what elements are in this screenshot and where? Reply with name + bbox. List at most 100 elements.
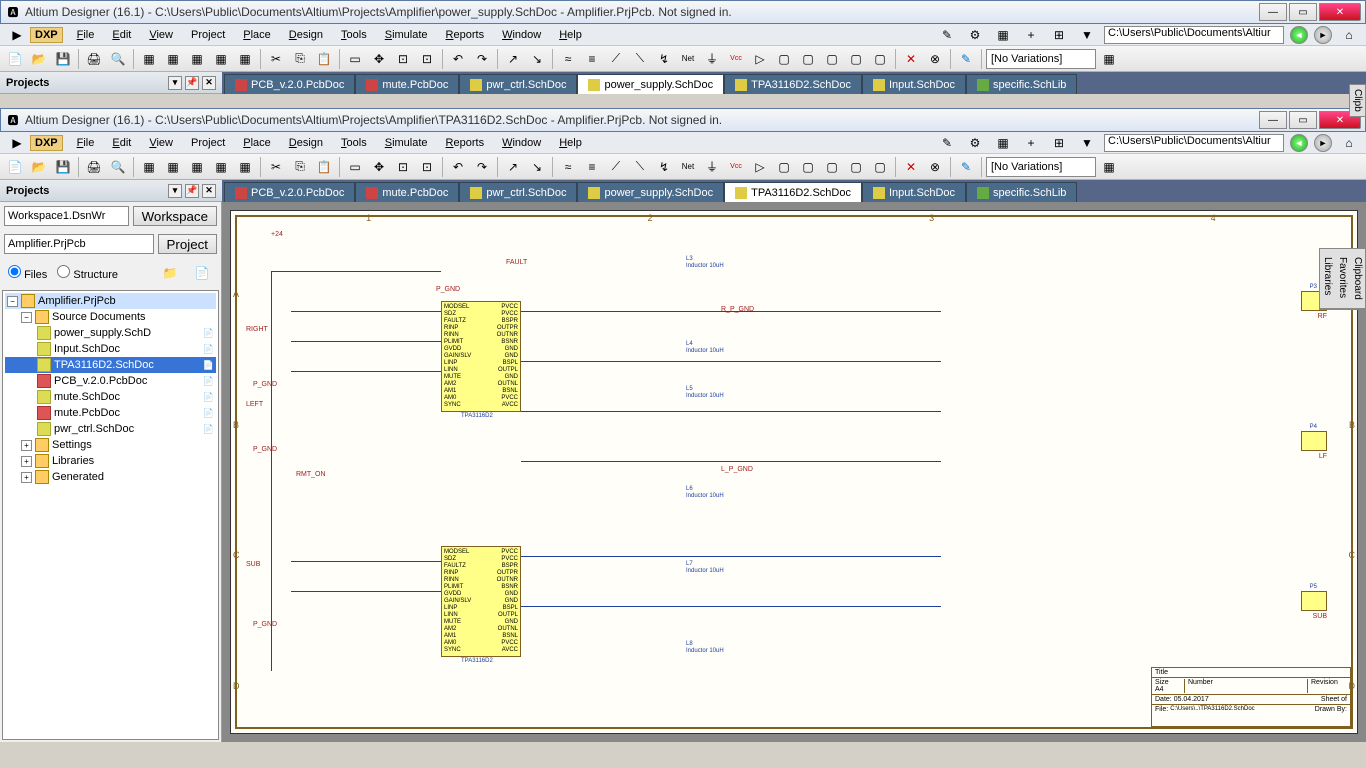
tool-icon[interactable]: ▦ (234, 48, 256, 70)
output-connector[interactable] (1301, 591, 1327, 611)
tool-icon[interactable]: ⚙ (964, 132, 986, 154)
open-icon[interactable]: 📂 (28, 48, 50, 70)
tool-icon[interactable]: ⊗ (924, 48, 946, 70)
document-tab[interactable]: power_supply.SchDoc (577, 182, 724, 202)
project-button[interactable]: Project (158, 234, 217, 254)
save-icon[interactable]: 💾 (52, 156, 74, 178)
wire-icon[interactable]: ≈ (557, 48, 579, 70)
menu-file[interactable]: File (69, 27, 103, 43)
tool-icon[interactable]: ↘ (526, 156, 548, 178)
menu-project[interactable]: Project (183, 27, 233, 43)
menu-window[interactable]: Window (494, 135, 549, 151)
cut-icon[interactable]: ✂ (265, 156, 287, 178)
tool-icon[interactable]: ▦ (162, 48, 184, 70)
tool-icon[interactable]: ▦ (138, 156, 160, 178)
tool-icon[interactable]: ▦ (210, 48, 232, 70)
libraries-tab[interactable]: Libraries (1320, 249, 1335, 309)
tool-icon[interactable]: ⊡ (392, 48, 414, 70)
project-combo[interactable]: Amplifier.PrjPcb (4, 234, 154, 254)
menu-reports[interactable]: Reports (438, 135, 493, 151)
path-field[interactable]: C:\Users\Public\Documents\Altiur (1104, 26, 1284, 44)
preview-icon[interactable]: 🔍 (107, 156, 129, 178)
clipboard-tab[interactable]: Clipboard (1350, 249, 1365, 309)
tool-icon[interactable]: ▢ (797, 156, 819, 178)
menu-design[interactable]: Design (281, 27, 331, 43)
move-icon[interactable]: ✥ (368, 156, 390, 178)
bus-icon[interactable]: ≡ (581, 48, 603, 70)
tree-file[interactable]: mute.SchDoc📄 (5, 389, 216, 405)
tool-icon[interactable]: ⟍ (629, 156, 651, 178)
tool-icon[interactable]: ⊡ (392, 156, 414, 178)
net-icon[interactable]: Net (677, 156, 699, 178)
pen-icon[interactable]: ✎ (955, 48, 977, 70)
tool-icon[interactable]: ⚙ (964, 24, 986, 46)
tool-icon[interactable]: ▢ (845, 156, 867, 178)
cut-icon[interactable]: ✂ (265, 48, 287, 70)
tool-icon[interactable]: ▦ (186, 48, 208, 70)
tool-icon[interactable]: ▦ (992, 24, 1014, 46)
gnd-icon[interactable]: ⏚ (701, 48, 723, 70)
tree-file[interactable]: PCB_v.2.0.PcbDoc📄 (5, 373, 216, 389)
tool-icon[interactable]: ⟋ (605, 156, 627, 178)
document-tab[interactable]: power_supply.SchDoc (577, 74, 724, 94)
schematic-canvas[interactable]: 1 2 3 4 A B C D A B C D MODSELPVCCSDZPVC… (222, 202, 1366, 742)
variations-combo[interactable]: [No Variations] (986, 157, 1096, 177)
dxp-menu[interactable]: DXP (30, 27, 63, 43)
menu-view[interactable]: View (141, 135, 181, 151)
tree-file[interactable]: power_supply.SchD📄 (5, 325, 216, 341)
redo-icon[interactable]: ↷ (471, 48, 493, 70)
document-tab[interactable]: pwr_ctrl.SchDoc (459, 74, 577, 94)
menu-reports[interactable]: Reports (438, 27, 493, 43)
wire-icon[interactable]: ≈ (557, 156, 579, 178)
select-icon[interactable]: ▭ (344, 156, 366, 178)
document-tab[interactable]: TPA3116D2.SchDoc (724, 182, 862, 202)
tool-icon[interactable]: ▢ (869, 48, 891, 70)
tool-icon[interactable]: ↯ (653, 48, 675, 70)
copy-icon[interactable]: ⎘ (289, 156, 311, 178)
tool-icon[interactable]: ▦ (1098, 156, 1120, 178)
clipboard-tab[interactable]: Clipb (1349, 84, 1366, 117)
document-tab[interactable]: mute.PcbDoc (355, 74, 459, 94)
menu-window[interactable]: Window (494, 27, 549, 43)
vcc-icon[interactable]: Vcc (725, 156, 747, 178)
ic-component[interactable]: MODSELPVCCSDZPVCCFAULTZBSPRRINPOUTPRRINN… (441, 301, 521, 412)
tool-icon[interactable]: 📁 (159, 262, 181, 284)
document-tab[interactable]: PCB_v.2.0.PcbDoc (224, 182, 355, 202)
document-tab[interactable]: TPA3116D2.SchDoc (724, 74, 862, 94)
tool-icon[interactable]: ▦ (992, 132, 1014, 154)
tree-folder[interactable]: −Source Documents (5, 309, 216, 325)
nav-back-button[interactable]: ◄ (1290, 26, 1308, 44)
tool-icon[interactable]: ▢ (821, 48, 843, 70)
tool-icon[interactable]: ▢ (821, 156, 843, 178)
nav-fwd-button[interactable]: ► (1314, 26, 1332, 44)
maximize-button[interactable]: ▭ (1289, 111, 1317, 129)
tool-icon[interactable]: ▼ (1076, 132, 1098, 154)
print-icon[interactable]: 🖨 (83, 156, 105, 178)
menu-view[interactable]: View (141, 27, 181, 43)
workspace-combo[interactable]: Workspace1.DsnWr (4, 206, 129, 226)
tree-file[interactable]: pwr_ctrl.SchDoc📄 (5, 421, 216, 437)
menu-tools[interactable]: Tools (333, 27, 375, 43)
tool-icon[interactable]: ▦ (186, 156, 208, 178)
tree-file[interactable]: mute.PcbDoc📄 (5, 405, 216, 421)
workspace-button[interactable]: Workspace (133, 206, 217, 226)
maximize-button[interactable]: ▭ (1289, 3, 1317, 21)
menu-help[interactable]: Help (551, 135, 590, 151)
structure-radio[interactable]: Structure (57, 265, 118, 281)
copy-icon[interactable]: ⎘ (289, 48, 311, 70)
tool-icon[interactable]: ▢ (797, 48, 819, 70)
tool-icon[interactable]: ▦ (138, 48, 160, 70)
menu-project[interactable]: Project (183, 135, 233, 151)
pen-icon[interactable]: ✎ (955, 156, 977, 178)
menu-place[interactable]: Place (235, 27, 279, 43)
grid-icon[interactable]: ⊞ (1048, 132, 1070, 154)
part-icon[interactable]: ▷ (749, 156, 771, 178)
tree-project-root[interactable]: −Amplifier.PrjPcb (5, 293, 216, 309)
tool-icon[interactable]: ✕ (900, 48, 922, 70)
tree-file[interactable]: Input.SchDoc📄 (5, 341, 216, 357)
tree-folder[interactable]: +Libraries (5, 453, 216, 469)
tool-icon[interactable]: ▢ (869, 156, 891, 178)
tool-icon[interactable]: 📄 (191, 262, 213, 284)
tool-icon[interactable]: ⊡ (416, 156, 438, 178)
favorites-tab[interactable]: Favorites (1335, 249, 1350, 309)
